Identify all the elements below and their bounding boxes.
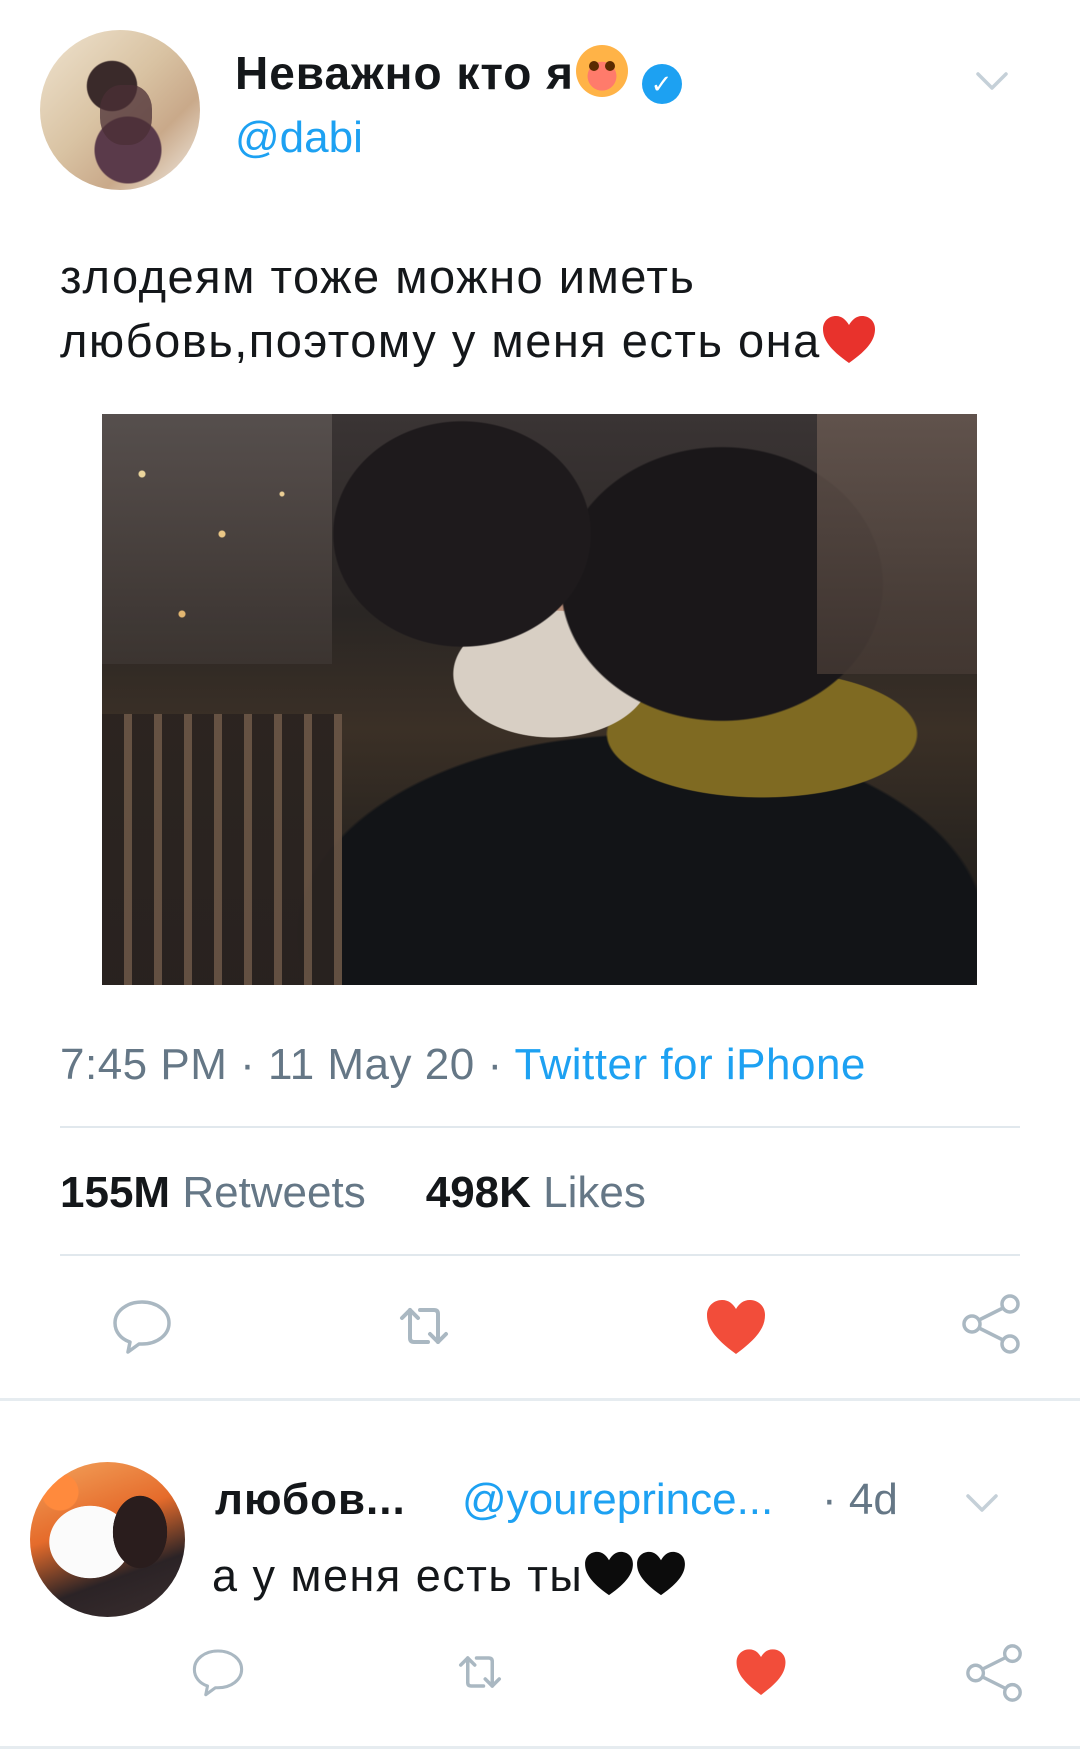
reply-author-name[interactable]: любов... xyxy=(215,1475,406,1525)
reply-body: а у меня есть ты xyxy=(212,1550,584,1601)
photo-city-lights xyxy=(102,414,332,664)
divider xyxy=(60,1254,1020,1256)
photo-railing xyxy=(102,714,342,985)
author-avatar[interactable] xyxy=(40,30,200,190)
meta-separator: · xyxy=(240,1040,256,1089)
reply-icon[interactable] xyxy=(110,1294,174,1358)
red-heart-emoji-icon xyxy=(822,316,875,363)
likes-count: 498K xyxy=(425,1168,531,1217)
retweets-label: Retweets xyxy=(182,1168,366,1217)
reply-timestamp: 4d xyxy=(848,1475,898,1524)
hot-face-emoji-icon xyxy=(576,45,628,97)
tweet-time: 7:45 PM xyxy=(60,1040,228,1089)
section-separator xyxy=(0,1398,1080,1401)
author-name-row[interactable]: Неважно кто я ✓ xyxy=(235,45,682,104)
photo-background-right xyxy=(817,414,977,674)
reply-author-avatar[interactable] xyxy=(30,1462,185,1617)
author-name: Неважно кто я xyxy=(235,47,574,99)
retweets-stat[interactable]: 155M Retweets xyxy=(60,1168,366,1217)
retweets-count: 155M xyxy=(60,1168,171,1217)
tweet-date: 11 May 20 xyxy=(268,1040,475,1089)
chevron-down-icon[interactable] xyxy=(972,60,1012,100)
retweet-icon[interactable] xyxy=(452,1644,508,1700)
likes-stat[interactable]: 498K Likes xyxy=(426,1168,646,1217)
reply-icon[interactable] xyxy=(190,1644,246,1700)
verified-badge-icon: ✓ xyxy=(642,64,682,104)
reply-author-handle[interactable]: @youreprince... xyxy=(462,1475,773,1525)
chevron-down-icon[interactable] xyxy=(962,1482,1002,1522)
likes-label: Likes xyxy=(543,1168,646,1217)
like-heart-icon[interactable] xyxy=(734,1646,788,1700)
reply-time: · 4d xyxy=(822,1475,898,1525)
share-icon[interactable] xyxy=(964,1642,1026,1704)
tweet-source-link[interactable]: Twitter for iPhone xyxy=(515,1040,866,1089)
divider xyxy=(60,1126,1020,1128)
tweet-body: злодеям тоже можно иметь любовь,поэтому … xyxy=(60,250,821,367)
meta-separator: · xyxy=(487,1040,503,1089)
tweet-stats: 155M Retweets 498K Likes xyxy=(60,1168,646,1218)
like-heart-icon[interactable] xyxy=(704,1296,768,1360)
tweet-meta: 7:45 PM · 11 May 20 · Twitter for iPhone xyxy=(60,1040,866,1090)
black-heart-emoji-icon xyxy=(585,1551,634,1596)
share-icon[interactable] xyxy=(960,1292,1024,1356)
retweet-icon[interactable] xyxy=(392,1294,456,1358)
reply-separator: · xyxy=(822,1475,837,1524)
reply-text: а у меня есть ты xyxy=(212,1550,687,1602)
bottom-separator xyxy=(0,1746,1080,1749)
author-handle[interactable]: @dabi xyxy=(235,113,363,163)
black-heart-emoji-icon xyxy=(637,1551,686,1596)
tweet-photo[interactable] xyxy=(102,414,977,985)
tweet-text: злодеям тоже можно иметь любовь,поэтому … xyxy=(60,245,1010,373)
